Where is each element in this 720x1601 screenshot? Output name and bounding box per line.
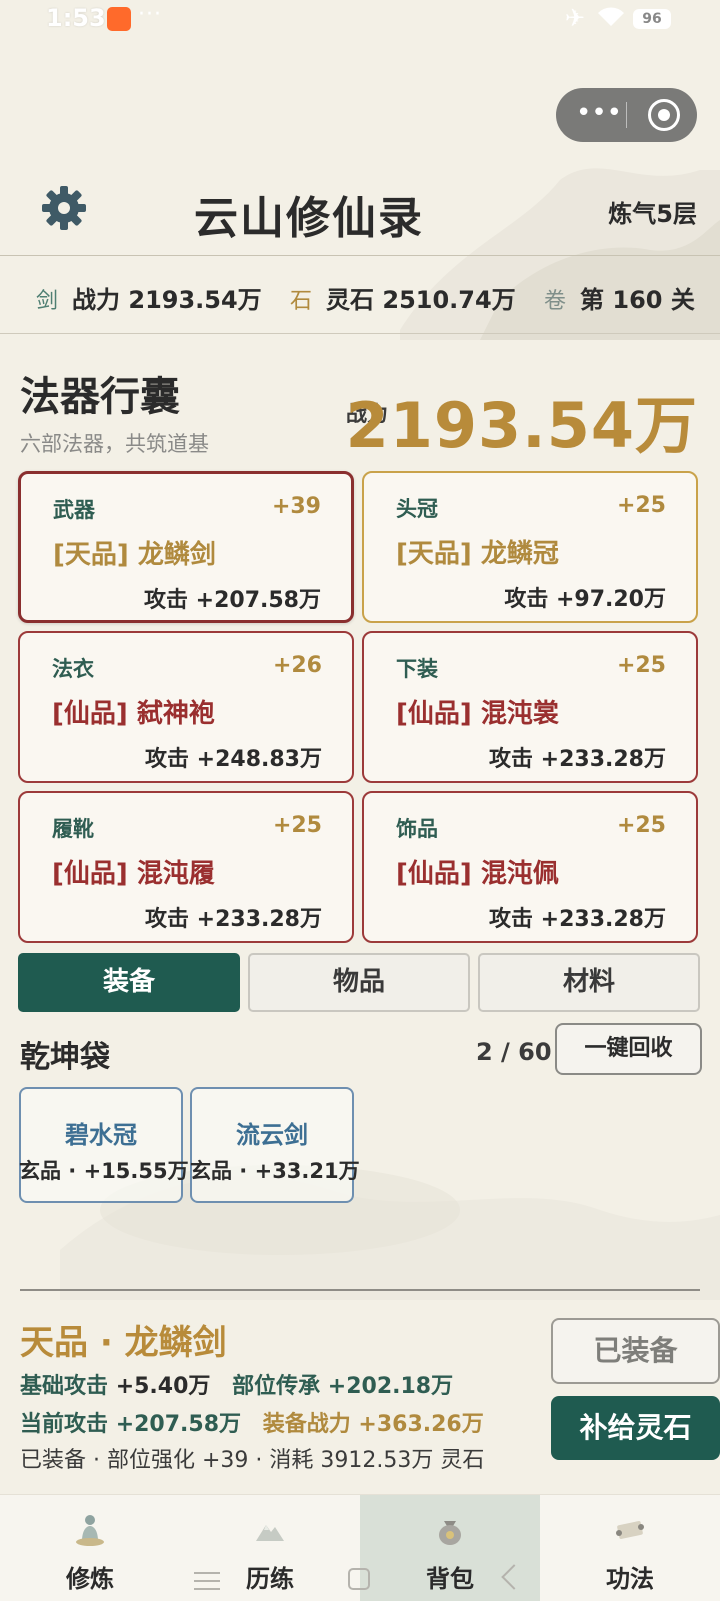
inherit-label: 部位传承 bbox=[232, 1374, 321, 1399]
equip-slot-accessory[interactable]: 饰品 +25 [仙品] 混沌佩 攻击 +233.28万 bbox=[362, 791, 698, 943]
equip-name: [仙品] 混沌履 bbox=[52, 859, 215, 889]
stat-stage: 卷第 160 关 bbox=[544, 280, 695, 315]
equip-slot-lower[interactable]: 下装 +25 [仙品] 混沌裳 攻击 +233.28万 bbox=[362, 631, 698, 783]
equip-slot-weapon[interactable]: 武器 +39 [天品] 龙鳞剑 攻击 +207.58万 bbox=[18, 471, 354, 623]
stat-stones-text: 灵石 2510.74万 bbox=[326, 286, 516, 314]
scroll-icon bbox=[616, 1521, 644, 1539]
total-power-value: 2193.54万 bbox=[345, 389, 698, 462]
bag-item-stat: 玄品 · +15.55万 bbox=[19, 1159, 189, 1183]
equip-attack: 攻击 +233.28万 bbox=[489, 907, 666, 932]
recycle-all-button[interactable]: 一键回收 bbox=[555, 1023, 702, 1075]
equip-name: [仙品] 混沌佩 bbox=[396, 859, 559, 889]
detail-divider bbox=[20, 1289, 700, 1291]
section-title: 法器行囊 bbox=[20, 374, 180, 420]
equip-attack: 攻击 +248.83万 bbox=[145, 747, 322, 772]
stat-power-text: 战力 2193.54万 bbox=[72, 286, 262, 314]
close-miniprogram-icon[interactable] bbox=[648, 99, 680, 131]
base-attack-label: 基础攻击 bbox=[20, 1374, 109, 1399]
stone-glyph-icon: 石 bbox=[290, 289, 313, 314]
tab-items[interactable]: 物品 bbox=[248, 953, 470, 1012]
section-subtitle: 六部法器，共筑道基 bbox=[20, 432, 209, 456]
app-header: 云山修仙录 炼气5层 bbox=[0, 160, 720, 256]
equip-level: +25 bbox=[272, 813, 322, 838]
bag-item[interactable]: 碧水冠 玄品 · +15.55万 bbox=[19, 1087, 189, 1203]
equip-name: [天品] 龙鳞剑 bbox=[53, 540, 216, 570]
stat-power: 剑战力 2193.54万 bbox=[36, 280, 262, 315]
bag-item-stat: 玄品 · +33.21万 bbox=[190, 1159, 360, 1183]
equip-slot-crown[interactable]: 头冠 +25 [天品] 龙鳞冠 攻击 +97.20万 bbox=[362, 471, 698, 623]
equip-level: +25 bbox=[616, 813, 666, 838]
supply-spirit-stones-button[interactable]: 补给灵石 bbox=[551, 1396, 720, 1460]
current-attack-label: 当前攻击 bbox=[20, 1412, 109, 1437]
detail-title: 天品 · 龙鳞剑 bbox=[20, 1323, 227, 1363]
tab-equipment[interactable]: 装备 bbox=[18, 953, 240, 1012]
settings-gear-icon[interactable] bbox=[40, 184, 88, 232]
equipped-button[interactable]: 已装备 bbox=[551, 1318, 720, 1384]
equip-level: +25 bbox=[616, 493, 666, 518]
equip-level: +26 bbox=[272, 653, 322, 678]
more-options-icon[interactable]: ••• bbox=[576, 100, 622, 130]
bag-item-name: 碧水冠 bbox=[65, 1121, 137, 1149]
app-title: 云山修仙录 bbox=[194, 193, 424, 244]
equip-level: +25 bbox=[616, 653, 666, 678]
equip-slot-label: 饰品 bbox=[396, 817, 438, 841]
cultivation-realm: 炼气5层 bbox=[608, 200, 697, 228]
scroll-glyph-icon: 卷 bbox=[544, 289, 567, 314]
meditation-icon bbox=[76, 1515, 104, 1546]
detail-line-current: 当前攻击 +207.58万 装备战力 +363.26万 bbox=[20, 1406, 484, 1438]
equip-attack: 攻击 +233.28万 bbox=[145, 907, 322, 932]
equip-level: +39 bbox=[271, 494, 321, 519]
stat-spirit-stones: 石灵石 2510.74万 bbox=[290, 280, 516, 315]
detail-line-base: 基础攻击 +5.40万 部位传承 +202.18万 bbox=[20, 1368, 453, 1400]
equip-slot-label: 下装 bbox=[396, 657, 438, 681]
base-attack-value: +5.40万 bbox=[115, 1374, 211, 1399]
recent-apps-icon[interactable] bbox=[194, 1572, 220, 1590]
equip-slot-boots[interactable]: 履靴 +25 [仙品] 混沌履 攻击 +233.28万 bbox=[18, 791, 354, 943]
equip-attack: 攻击 +233.28万 bbox=[489, 747, 666, 772]
home-icon[interactable] bbox=[348, 1568, 370, 1590]
current-attack-value: +207.58万 bbox=[115, 1412, 242, 1437]
sword-glyph-icon: 剑 bbox=[36, 289, 59, 314]
status-time: 1:53 bbox=[46, 4, 106, 32]
capsule-divider bbox=[626, 102, 627, 128]
back-icon[interactable] bbox=[501, 1564, 527, 1590]
stat-stage-text: 第 160 关 bbox=[580, 286, 695, 314]
bag-item[interactable]: 流云剑 玄品 · +33.21万 bbox=[190, 1087, 360, 1203]
equip-name: [仙品] 混沌裳 bbox=[396, 699, 559, 729]
equip-slot-label: 法衣 bbox=[52, 657, 94, 681]
bag-item-name: 流云剑 bbox=[236, 1121, 308, 1149]
equip-power-value: +363.26万 bbox=[358, 1412, 484, 1437]
system-nav-bar bbox=[0, 1560, 720, 1600]
treasure-bag-icon bbox=[439, 1521, 461, 1545]
equip-attack: 攻击 +207.58万 bbox=[144, 588, 321, 613]
equip-attack: 攻击 +97.20万 bbox=[504, 587, 666, 612]
mountain-icon bbox=[256, 1525, 284, 1541]
detail-line-info: 已装备 · 部位强化 +39 · 消耗 3912.53万 灵石 bbox=[20, 1442, 484, 1474]
equip-slot-label: 履靴 bbox=[52, 817, 94, 841]
app-notification-icon bbox=[107, 7, 131, 31]
inherit-value: +202.18万 bbox=[327, 1374, 454, 1399]
equip-power-label: 装备战力 bbox=[262, 1412, 351, 1437]
detail-info: 已装备 · 部位强化 +39 · 消耗 3912.53万 灵石 bbox=[20, 1448, 485, 1473]
stats-bar: 剑战力 2193.54万 石灵石 2510.74万 卷第 160 关 bbox=[0, 256, 720, 334]
bag-title: 乾坤袋 bbox=[20, 1040, 110, 1075]
equip-slot-label: 武器 bbox=[53, 498, 95, 522]
battery-icon: 96 bbox=[633, 9, 671, 29]
status-bar: 1:53 ··· ✈ 96 bbox=[0, 0, 720, 40]
equip-slot-robe[interactable]: 法衣 +26 [仙品] 弑神袍 攻击 +248.83万 bbox=[18, 631, 354, 783]
equip-name: [天品] 龙鳞冠 bbox=[396, 539, 559, 569]
equip-slot-label: 头冠 bbox=[396, 497, 438, 521]
tab-materials[interactable]: 材料 bbox=[478, 953, 700, 1012]
airplane-icon: ✈ bbox=[565, 4, 586, 32]
status-more-dots: ··· bbox=[138, 2, 162, 27]
equip-name: [仙品] 弑神袍 bbox=[52, 699, 215, 729]
wifi-icon bbox=[598, 7, 624, 26]
miniprogram-capsule: ••• bbox=[556, 88, 697, 142]
bag-count: 2 / 60 bbox=[476, 1038, 552, 1066]
